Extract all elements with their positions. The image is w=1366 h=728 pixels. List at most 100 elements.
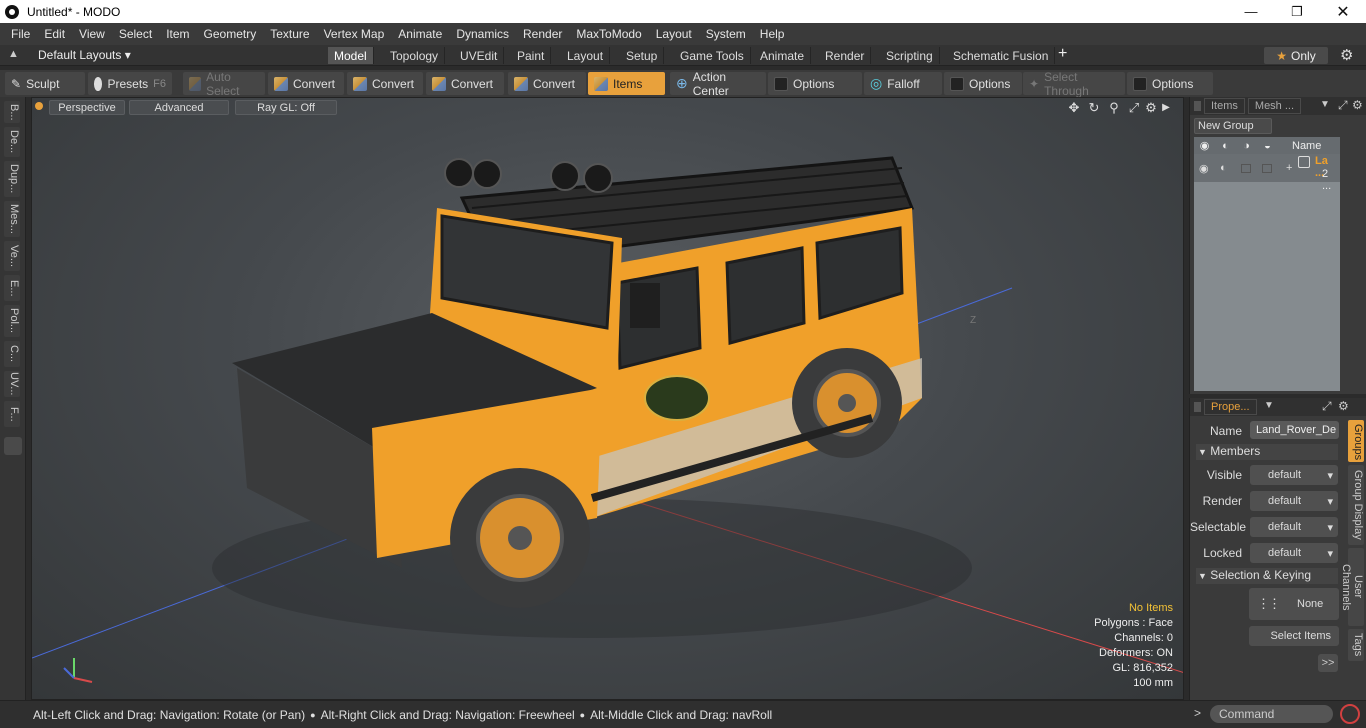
tab-items[interactable]: Items <box>1204 98 1245 114</box>
left-tab-edge[interactable]: E... <box>4 275 20 301</box>
convert-materials-button[interactable]: Convert <box>508 72 586 95</box>
modo-app-icon <box>5 4 19 19</box>
menu-help[interactable]: Help <box>753 27 792 41</box>
menu-edit[interactable]: Edit <box>37 27 72 41</box>
tab-animate[interactable]: Animate <box>754 47 812 64</box>
menu-layout[interactable]: Layout <box>649 27 699 41</box>
menu-file[interactable]: File <box>4 27 37 41</box>
presets-button[interactable]: Presets F6 <box>88 72 172 95</box>
tab-paint[interactable]: Paint <box>511 47 552 64</box>
expand-icon[interactable]: ⤢ <box>1338 98 1348 113</box>
render-dropdown[interactable]: default <box>1250 491 1338 511</box>
menu-geometry[interactable]: Geometry <box>197 27 264 41</box>
menu-dynamics[interactable]: Dynamics <box>449 27 516 41</box>
tab-render[interactable]: Render <box>819 47 872 64</box>
menu-texture[interactable]: Texture <box>263 27 316 41</box>
command-input[interactable]: Command <box>1210 705 1333 723</box>
side-tab-group-display[interactable]: Group Display <box>1348 465 1364 545</box>
visibility-toggle-icon[interactable]: ◉ <box>1199 162 1209 175</box>
options-label: Options <box>969 76 1011 91</box>
strip-collapse-button[interactable] <box>4 437 22 455</box>
tab-mesh[interactable]: Mesh ... <box>1247 98 1302 114</box>
menu-maxtomodo[interactable]: MaxToModo <box>569 27 648 41</box>
tab-uvedit[interactable]: UVEdit <box>454 47 505 64</box>
left-tab-duplicate[interactable]: Dup... <box>4 161 20 197</box>
gear-icon[interactable]: ⚙ <box>1340 46 1353 64</box>
tab-topology[interactable]: Topology <box>384 47 446 64</box>
select-through-label: Select Through <box>1044 69 1089 98</box>
options-action-center-button[interactable]: Options <box>768 72 862 95</box>
selectable-dropdown[interactable]: default <box>1250 517 1338 537</box>
members-section[interactable]: ▼ Members <box>1196 444 1338 460</box>
left-tab-curve[interactable]: C... <box>4 341 20 367</box>
menu-select[interactable]: Select <box>112 27 159 41</box>
checkbox-icon <box>950 76 964 91</box>
auto-select-button[interactable]: Auto Select <box>183 70 265 98</box>
menu-animate[interactable]: Animate <box>391 27 449 41</box>
chevron-down-icon[interactable]: ▼ <box>1320 99 1330 110</box>
add-tab-button[interactable]: + <box>1058 45 1067 63</box>
group-row[interactable]: ◉ ◐ + La ... 2 ... <box>1194 154 1340 192</box>
menu-view[interactable]: View <box>72 27 112 41</box>
tab-scripting[interactable]: Scripting <box>880 47 940 64</box>
convert-edges-button[interactable]: Convert <box>347 72 423 95</box>
new-group-button[interactable]: New Group <box>1194 118 1272 134</box>
stats-scale: 100 mm <box>1133 677 1173 689</box>
collapse-icon[interactable]: ▲ <box>8 48 19 60</box>
selection-keying-section[interactable]: ▼ Selection & Keying <box>1196 568 1338 584</box>
select-items-button[interactable]: Select Items <box>1249 626 1339 646</box>
restore-icon[interactable]: ❐ <box>1274 0 1320 23</box>
tab-game-tools[interactable]: Game Tools <box>674 47 751 64</box>
none-button[interactable]: ⋮⋮ None <box>1249 588 1339 620</box>
menu-system[interactable]: System <box>699 27 753 41</box>
panel-gear-icon[interactable]: ⚙ <box>1352 98 1363 112</box>
options-falloff-button[interactable]: Options <box>944 72 1022 95</box>
layout-selector[interactable]: Default Layouts ▾ <box>38 48 131 62</box>
side-tab-tags[interactable]: Tags <box>1348 629 1364 661</box>
tab-setup[interactable]: Setup <box>620 47 665 64</box>
action-center-button[interactable]: ⊕ Action Center <box>670 70 766 98</box>
panel-gear-icon[interactable]: ⚙ <box>1338 399 1349 413</box>
group-count: 2 ... <box>1322 168 1332 192</box>
select-toggle[interactable] <box>1262 164 1272 173</box>
left-tab-basic[interactable]: B... <box>4 101 20 123</box>
sculpt-button[interactable]: ✎ Sculpt <box>5 72 85 95</box>
3d-viewport[interactable]: Perspective Advanced Ray GL: Off ✥ ↻ ⚲ ⤢… <box>31 97 1184 700</box>
convert-polygons-button[interactable]: Convert <box>426 72 504 95</box>
tab-model[interactable]: Model <box>328 47 374 64</box>
left-tab-uv[interactable]: UV... <box>4 371 20 397</box>
render-toggle-icon[interactable]: ◐ <box>1220 162 1227 174</box>
chevron-down-icon[interactable]: ▼ <box>1264 400 1274 411</box>
convert-vertices-button[interactable]: Convert <box>268 72 344 95</box>
minimize-icon[interactable]: — <box>1228 0 1274 23</box>
record-icon[interactable] <box>1340 704 1360 724</box>
left-tab-fusion[interactable]: F... <box>4 401 20 427</box>
presets-icon <box>94 76 103 91</box>
item-list[interactable]: ◉ ◐ ◑ ◒ Name ◉ ◐ + La ... 2 ... <box>1194 137 1340 391</box>
side-tab-groups[interactable]: Groups <box>1348 420 1364 462</box>
left-tab-mesh-edit[interactable]: Mes... <box>4 201 20 237</box>
select-through-button[interactable]: ✦ Select Through <box>1023 69 1125 98</box>
menu-render[interactable]: Render <box>516 27 569 41</box>
tab-layout[interactable]: Layout <box>561 47 611 64</box>
left-tab-vertex[interactable]: Ve... <box>4 241 20 271</box>
lock-toggle[interactable] <box>1241 164 1251 173</box>
items-mode-button[interactable]: Items <box>588 72 665 95</box>
options-select-button[interactable]: Options <box>1127 72 1213 95</box>
menu-vertex-map[interactable]: Vertex Map <box>317 27 392 41</box>
close-icon[interactable]: ✕ <box>1320 0 1366 23</box>
visible-dropdown[interactable]: default <box>1250 465 1338 485</box>
tab-properties[interactable]: Prope... <box>1204 399 1257 415</box>
more-button[interactable]: >> <box>1318 654 1338 672</box>
expand-icon[interactable]: ⤢ <box>1322 399 1332 414</box>
falloff-button[interactable]: ◎ Falloff <box>864 72 942 95</box>
tab-schematic-fusion[interactable]: Schematic Fusion <box>947 47 1056 64</box>
locked-dropdown[interactable]: default <box>1250 543 1338 563</box>
side-tab-user-channels[interactable]: User Channels <box>1340 548 1364 626</box>
left-tab-deform[interactable]: De... <box>4 127 20 157</box>
left-tab-polygon[interactable]: Pol... <box>4 305 20 337</box>
menu-item[interactable]: Item <box>159 27 196 41</box>
expand-plus-icon[interactable]: + <box>1286 162 1292 174</box>
name-field[interactable]: Land_Rover_De <box>1250 421 1339 439</box>
only-toggle[interactable]: ★ Only <box>1264 47 1328 64</box>
